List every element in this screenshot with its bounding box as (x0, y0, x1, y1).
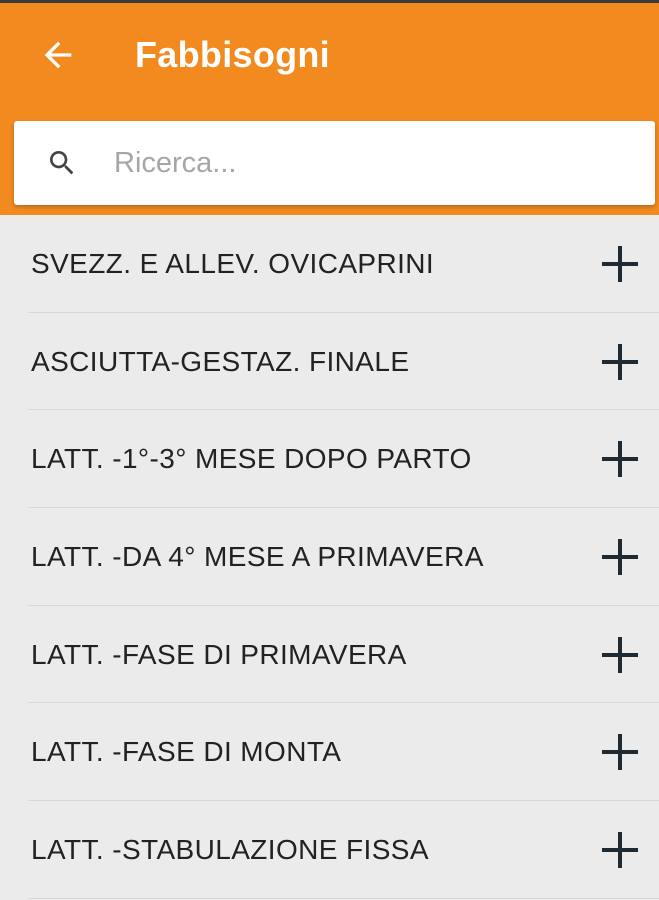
list-item-label: LATT. -1°-3° MESE DOPO PARTO (31, 443, 472, 475)
plus-icon (602, 441, 638, 478)
list-item[interactable]: SVEZZ. E ALLEV. OVICAPRINI (0, 215, 659, 313)
list-item[interactable]: LATT. -STABULAZIONE FISSA (0, 801, 659, 899)
list-item[interactable]: ASCIUTTA-GESTAZ. FINALE (0, 313, 659, 411)
list-item[interactable]: LATT. -1°-3° MESE DOPO PARTO (0, 410, 659, 508)
plus-icon (602, 734, 638, 771)
add-button[interactable] (595, 630, 645, 680)
add-button[interactable] (595, 825, 645, 875)
page-title: Fabbisogni (135, 34, 330, 75)
plus-icon (602, 831, 638, 868)
list-item-label: ASCIUTTA-GESTAZ. FINALE (31, 345, 410, 377)
plus-icon (602, 636, 638, 673)
list-item[interactable]: LATT. -DA 4° MESE A PRIMAVERA (0, 508, 659, 606)
list-item-label: LATT. -STABULAZIONE FISSA (31, 833, 429, 865)
app-bar: Fabbisogni (0, 0, 659, 215)
list-item[interactable]: LATT. -FASE DI MONTA (0, 703, 659, 801)
add-button[interactable] (595, 337, 645, 387)
list-item-label: LATT. -FASE DI PRIMAVERA (31, 638, 407, 670)
plus-icon (602, 343, 638, 380)
list-item-label: LATT. -DA 4° MESE A PRIMAVERA (31, 540, 484, 572)
arrow-back-icon (44, 41, 72, 69)
back-button[interactable] (30, 27, 86, 83)
plus-icon (602, 245, 638, 282)
search-icon (50, 151, 74, 175)
add-button[interactable] (595, 532, 645, 582)
plus-icon (602, 538, 638, 575)
requirements-list: SVEZZ. E ALLEV. OVICAPRINI ASCIUTTA-GEST… (0, 215, 659, 899)
list-item[interactable]: LATT. -FASE DI PRIMAVERA (0, 606, 659, 704)
list-item-label: LATT. -FASE DI MONTA (31, 736, 342, 768)
add-button[interactable] (595, 727, 645, 777)
list-item-label: SVEZZ. E ALLEV. OVICAPRINI (31, 247, 435, 279)
search-input[interactable] (114, 137, 634, 189)
search-bar[interactable] (14, 121, 655, 205)
add-button[interactable] (595, 239, 645, 289)
add-button[interactable] (595, 434, 645, 484)
